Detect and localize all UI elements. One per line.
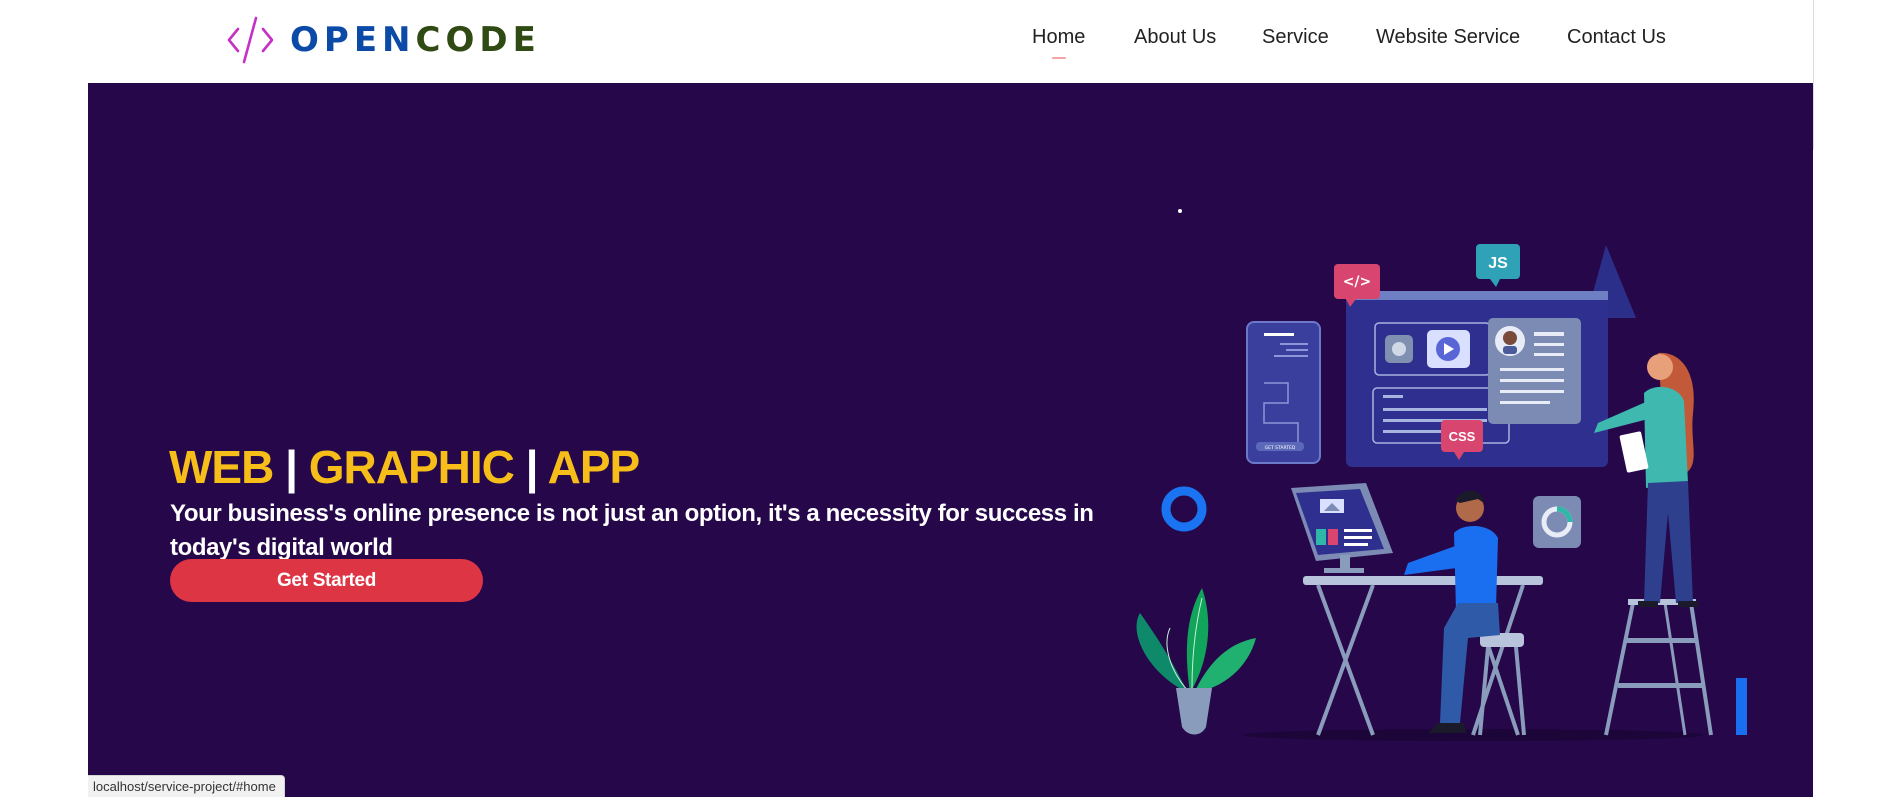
code-badge-text: </> xyxy=(1343,274,1372,290)
nav-item-website-service[interactable]: Website Service xyxy=(1376,24,1520,50)
decor-dot xyxy=(1178,209,1182,213)
headline-app: APP xyxy=(547,440,641,493)
plant-illustration xyxy=(1136,588,1256,735)
brand-name-part1: OPEN xyxy=(290,20,416,60)
code-brackets-icon xyxy=(227,16,274,64)
nav-item-about-us[interactable]: About Us xyxy=(1134,24,1216,50)
nav-item-contact-us[interactable]: Contact Us xyxy=(1567,24,1666,50)
hero-headline: WEB | GRAPHIC | APP xyxy=(169,440,641,494)
page-edge-divider xyxy=(1813,0,1814,150)
decor-ring xyxy=(1161,486,1207,532)
js-badge-illustration: JS xyxy=(1476,244,1520,287)
man-illustration xyxy=(1404,490,1526,736)
get-started-button[interactable]: Get Started xyxy=(170,559,483,602)
hero-section: </> JS CSS GET STARTED WEB | GRAPHIC | A… xyxy=(88,83,1813,797)
desk-illustration xyxy=(1291,483,1543,736)
js-badge-text: JS xyxy=(1488,255,1508,272)
ladder-illustration xyxy=(1604,599,1713,736)
headline-web: WEB xyxy=(169,440,274,493)
site-header: OPENCODE Home About Us Service Website S… xyxy=(0,0,1895,83)
css-badge-illustration: CSS xyxy=(1441,420,1483,460)
phone-button-text: GET STARTED xyxy=(1265,445,1296,451)
link-status-bar: localhost/service-project/#home xyxy=(88,775,285,797)
headline-graphic: GRAPHIC xyxy=(308,440,515,493)
nav-item-service[interactable]: Service xyxy=(1262,24,1329,50)
donut-card-illustration xyxy=(1533,496,1581,548)
hero-subtitle: Your business's online presence is not j… xyxy=(170,500,1094,561)
phone-illustration: GET STARTED xyxy=(1246,321,1321,464)
decor-triangle xyxy=(1586,245,1636,318)
woman-illustration xyxy=(1594,352,1698,607)
main-dashboard-illustration xyxy=(1346,291,1608,467)
css-badge-text: CSS xyxy=(1449,429,1476,444)
brand-name-part2: CODE xyxy=(415,20,541,60)
headline-separator: | xyxy=(525,440,539,493)
logo[interactable]: OPENCODE xyxy=(226,14,541,66)
headline-separator: | xyxy=(285,440,298,493)
brand-name: OPENCODE xyxy=(290,14,541,66)
floor-shadow xyxy=(1243,729,1703,741)
page: OPENCODE Home About Us Service Website S… xyxy=(0,0,1895,797)
code-badge-illustration: </> xyxy=(1334,264,1380,307)
nav-item-home[interactable]: Home xyxy=(1032,24,1085,50)
decor-bar xyxy=(1736,678,1747,735)
